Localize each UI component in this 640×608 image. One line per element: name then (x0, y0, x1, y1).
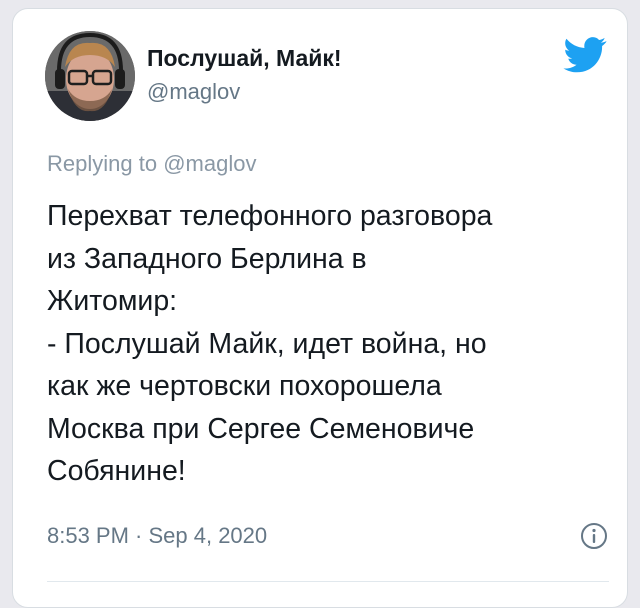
user-handle[interactable]: @maglov (147, 79, 240, 105)
divider (47, 581, 609, 582)
tweet-text-line: Перехват телефонного разговора (47, 200, 493, 232)
tweet-text-line: Собянине! (47, 455, 186, 487)
timestamp-link[interactable]: 8:53 PM · Sep 4, 2020 (47, 523, 267, 549)
reply-prefix: Replying to (47, 151, 164, 176)
tweet-text-line: - Послушай Майк, идет война, но (47, 327, 487, 360)
display-name[interactable]: Послушай, Майк! (147, 45, 342, 72)
twitter-bird-icon[interactable] (563, 37, 607, 73)
reply-mention-link[interactable]: @maglov (163, 151, 256, 176)
avatar[interactable] (45, 31, 135, 121)
tweet-card: Послушай, Майк! @maglov Replying to @mag… (12, 8, 628, 608)
reply-context: Replying to @maglov (47, 151, 256, 177)
tweet-text-line: Житомир: (47, 285, 178, 317)
info-icon[interactable] (580, 522, 608, 550)
tweet-text-line: как же чертовски похорошела (47, 370, 442, 402)
avatar-photo (45, 31, 135, 121)
tweet-text: Перехват телефонного разговора из Западн… (47, 195, 622, 493)
tweet-text-line: из Западного Берлина в (47, 242, 367, 275)
tweet-text-line: Москва при Сергее Семеновиче (47, 412, 475, 445)
